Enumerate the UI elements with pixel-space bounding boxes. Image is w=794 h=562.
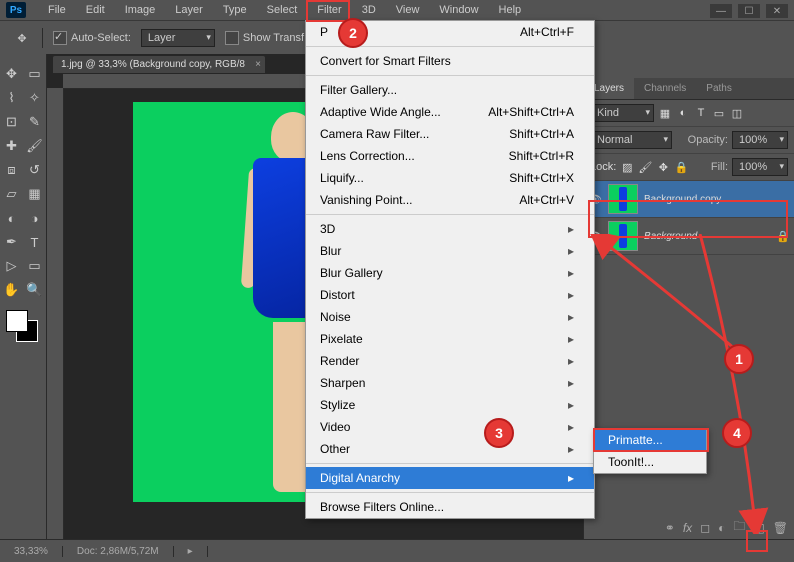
menu-layer[interactable]: Layer [165, 0, 213, 20]
callout-1: 1 [724, 344, 754, 374]
app-logo: Ps [6, 2, 26, 18]
autoselect-checkbox[interactable]: Auto-Select: [53, 31, 131, 45]
stamp-tool[interactable]: ⧈ [0, 158, 23, 182]
fill-value[interactable]: 100% [732, 158, 788, 176]
menu-pixelate-sub[interactable]: Pixelate [306, 328, 594, 350]
pathselect-tool[interactable]: ▷ [0, 254, 23, 278]
zoom-level[interactable]: 33,33% [0, 546, 63, 557]
filter-image-icon[interactable]: ▦ [658, 106, 672, 120]
autoselect-dropdown[interactable]: Layer [141, 29, 215, 47]
menu-distort-sub[interactable]: Distort [306, 284, 594, 306]
menu-sharpen-sub[interactable]: Sharpen [306, 372, 594, 394]
menu-cameraraw[interactable]: Camera Raw Filter...Shift+Ctrl+A [306, 123, 594, 145]
opacity-value[interactable]: 100% [732, 131, 788, 149]
highlight-filter [306, 0, 350, 22]
menu-convert-smart[interactable]: Convert for Smart Filters [306, 50, 594, 72]
lock-all-icon[interactable]: 🔒 [674, 160, 688, 174]
menu-other-sub[interactable]: Other [306, 438, 594, 460]
menu-filter-gallery[interactable]: Filter Gallery... [306, 79, 594, 101]
menu-view[interactable]: View [386, 0, 430, 20]
menu-edit[interactable]: Edit [76, 0, 115, 20]
eyedropper-tool[interactable]: ✎ [23, 110, 46, 134]
menu-help[interactable]: Help [489, 0, 532, 20]
menu-type[interactable]: Type [213, 0, 257, 20]
showtransform-checkbox[interactable]: Show Transf [225, 31, 304, 45]
blur-tool[interactable]: ◐ [0, 206, 23, 230]
heal-tool[interactable]: ✚ [0, 134, 23, 158]
lock-pixels-icon[interactable]: 🖌 [638, 160, 652, 174]
menu-select[interactable]: Select [257, 0, 308, 20]
filter-smart-icon[interactable]: ◫ [730, 106, 744, 120]
move-tool[interactable]: ✥ [0, 62, 23, 86]
menu-adaptive[interactable]: Adaptive Wide Angle...Alt+Shift+Ctrl+A [306, 101, 594, 123]
menu-liquify[interactable]: Liquify...Shift+Ctrl+X [306, 167, 594, 189]
annotation-arrow-up [590, 234, 740, 354]
tab-paths[interactable]: Paths [696, 78, 742, 99]
menu-noise-sub[interactable]: Noise [306, 306, 594, 328]
menu-lens[interactable]: Lens Correction...Shift+Ctrl+R [306, 145, 594, 167]
vertical-ruler [47, 88, 64, 540]
lasso-tool[interactable]: ⌇ [0, 86, 23, 110]
callout-2: 2 [338, 18, 368, 48]
filter-type-icon[interactable]: T [694, 106, 708, 120]
gradient-tool[interactable]: ▦ [23, 182, 46, 206]
close-tab-icon[interactable]: × [255, 59, 261, 70]
history-brush[interactable]: ↺ [23, 158, 46, 182]
fill-label: Fill: [711, 161, 728, 173]
zoom-tool[interactable]: 🔍 [23, 278, 46, 302]
tab-channels[interactable]: Channels [634, 78, 696, 99]
menu-digital-anarchy[interactable]: Digital Anarchy [306, 467, 594, 489]
filter-adjust-icon[interactable]: ◐ [676, 106, 690, 120]
eraser-tool[interactable]: ▱ [0, 182, 23, 206]
menu-render-sub[interactable]: Render [306, 350, 594, 372]
status-arrow-icon[interactable]: ▸ [174, 546, 208, 557]
menu-file[interactable]: File [38, 0, 76, 20]
opacity-label: Opacity: [688, 134, 728, 146]
trash-icon[interactable]: 🗑 [773, 521, 788, 535]
close-button[interactable]: ✕ [766, 4, 788, 18]
marquee-tool[interactable]: ▭ [23, 62, 46, 86]
pen-tool[interactable]: ✒ [0, 230, 23, 254]
highlight-layer [588, 200, 788, 238]
filter-shape-icon[interactable]: ▭ [712, 106, 726, 120]
hand-tool[interactable]: ✋ [0, 278, 23, 302]
brush-tool[interactable]: 🖌 [23, 134, 46, 158]
color-swatches[interactable] [6, 310, 38, 342]
wand-tool[interactable]: ✧ [23, 86, 46, 110]
lock-transparent-icon[interactable]: ▨ [620, 160, 634, 174]
maximize-button[interactable]: ☐ [738, 4, 760, 18]
menu-vanishing[interactable]: Vanishing Point...Alt+Ctrl+V [306, 189, 594, 211]
toolbox: ✥▭ ⌇✧ ⊡✎ ✚🖌 ⧈↺ ▱▦ ◐◑ ✒T ▷▭ ✋🔍 [0, 54, 47, 540]
move-tool-icon: ✥ [12, 28, 32, 48]
menu-stylize-sub[interactable]: Stylize [306, 394, 594, 416]
menu-image[interactable]: Image [115, 0, 166, 20]
dodge-tool[interactable]: ◑ [23, 206, 46, 230]
type-tool[interactable]: T [23, 230, 46, 254]
callout-3: 3 [484, 418, 514, 448]
link-icon[interactable]: ⚭ [665, 521, 675, 535]
crop-tool[interactable]: ⊡ [0, 110, 23, 134]
doc-size: Doc: 2,86M/5,72M [63, 546, 174, 557]
menu-window[interactable]: Window [429, 0, 488, 20]
menu-blur-sub[interactable]: Blur [306, 240, 594, 262]
menu-3d[interactable]: 3D [352, 0, 386, 20]
callout-4: 4 [722, 418, 752, 448]
menu-3d-sub[interactable]: 3D [306, 218, 594, 240]
menu-browse-filters[interactable]: Browse Filters Online... [306, 496, 594, 518]
layer-filter-kind[interactable]: Kind [590, 104, 654, 122]
lock-position-icon[interactable]: ✥ [656, 160, 670, 174]
minimize-button[interactable]: — [710, 4, 732, 18]
menu-blurgallery-sub[interactable]: Blur Gallery [306, 262, 594, 284]
menu-video-sub[interactable]: Video [306, 416, 594, 438]
blend-mode-dropdown[interactable]: Normal [590, 131, 672, 149]
filter-menu: PAlt+Ctrl+F Convert for Smart Filters Fi… [305, 20, 595, 519]
document-tab[interactable]: 1.jpg @ 33,3% (Background copy, RGB/8× [53, 56, 265, 73]
shape-tool[interactable]: ▭ [23, 254, 46, 278]
